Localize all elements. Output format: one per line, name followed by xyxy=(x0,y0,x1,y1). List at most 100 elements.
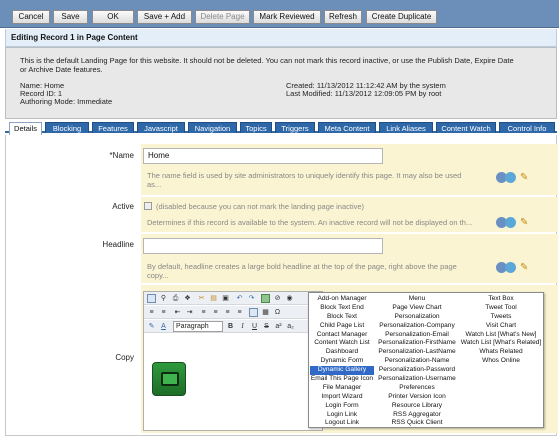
edit-style-icon[interactable]: ✎ xyxy=(147,322,156,331)
menu-item[interactable]: Whats Related xyxy=(459,348,543,357)
gallery-addon-icon[interactable] xyxy=(152,362,186,396)
menu-item[interactable]: Add-on Manager xyxy=(310,295,374,304)
menu-item[interactable]: Tweets xyxy=(459,313,543,322)
tab-topics[interactable]: Topics xyxy=(240,122,272,133)
ordered-list-icon[interactable]: ≡ xyxy=(147,308,156,317)
menu-item[interactable]: Text Box xyxy=(459,295,543,304)
name-input[interactable]: Home xyxy=(143,148,383,164)
indent-icon[interactable]: ⇥ xyxy=(185,308,194,317)
headline-input[interactable] xyxy=(143,238,383,254)
info-icon[interactable] xyxy=(505,262,516,273)
menu-item[interactable]: Menu xyxy=(376,295,458,304)
new-doc-icon[interactable] xyxy=(147,294,156,303)
align-right-icon[interactable]: ≡ xyxy=(223,308,232,317)
image-icon[interactable] xyxy=(261,294,270,303)
menu-item[interactable]: Personalization-Username xyxy=(376,375,458,384)
copy-editor[interactable]: ⚲ ⎙ ❖ ✂ ▤ ▣ ↶ ↷ ⊘ ◉ ≡ ≡ ⇤ ⇥ ≡ ≡ ≡ ≡ ▦ Ω … xyxy=(143,291,323,431)
cut-icon[interactable]: ✂ xyxy=(197,294,206,303)
menu-item[interactable]: Tweet Tool xyxy=(459,304,543,313)
tab-triggers[interactable]: Triggers xyxy=(275,122,315,133)
align-center-icon[interactable]: ≡ xyxy=(211,308,220,317)
source-icon[interactable]: ◉ xyxy=(285,294,294,303)
table-icon[interactable] xyxy=(249,308,258,317)
menu-item[interactable]: Dashboard xyxy=(310,348,374,357)
tab-blocking[interactable]: Blocking xyxy=(45,122,89,133)
menu-item[interactable]: Block Text End xyxy=(310,304,374,313)
superscript-button[interactable]: a² xyxy=(274,322,283,331)
pencil-icon[interactable]: ✎ xyxy=(520,217,528,228)
menu-item[interactable]: Login Form xyxy=(310,402,374,411)
menu-item[interactable]: Watch List [What's New] xyxy=(459,331,543,340)
align-left-icon[interactable]: ≡ xyxy=(199,308,208,317)
info-icon[interactable] xyxy=(505,217,516,228)
tab-features[interactable]: Features xyxy=(92,122,134,133)
create-duplicate-button[interactable]: Create Duplicate xyxy=(366,10,437,24)
bold-button[interactable]: B xyxy=(226,322,235,331)
menu-item[interactable]: Personalization-Email xyxy=(376,331,458,340)
menu-item[interactable]: Content Watch List xyxy=(310,339,374,348)
addon-menu-col-3: Text Box Tweet Tool Tweets Visit Chart W… xyxy=(459,295,543,366)
underline-button[interactable]: U xyxy=(250,322,259,331)
tab-javascript[interactable]: Javascript xyxy=(137,122,185,133)
tab-control-info[interactable]: Control Info xyxy=(499,122,555,133)
stop-icon[interactable]: ⊘ xyxy=(273,294,282,303)
ok-button[interactable]: OK xyxy=(92,10,134,24)
italic-button[interactable]: I xyxy=(238,322,247,331)
tab-details[interactable]: Details xyxy=(9,122,42,135)
unordered-list-icon[interactable]: ≡ xyxy=(159,308,168,317)
preview-icon[interactable]: ⚲ xyxy=(159,294,168,303)
menu-item[interactable]: Whos Online xyxy=(459,357,543,366)
menu-item[interactable]: File Manager xyxy=(310,384,374,393)
menu-item[interactable]: Personalization-Password xyxy=(376,366,458,375)
undo-icon[interactable]: ↶ xyxy=(235,294,244,303)
menu-item[interactable]: Login Link xyxy=(310,411,374,420)
special-char-icon[interactable]: Ω xyxy=(273,308,282,317)
menu-item[interactable]: Preferences xyxy=(376,384,458,393)
menu-item[interactable]: Personalization xyxy=(376,313,458,322)
strikethrough-button[interactable]: S xyxy=(262,322,271,331)
outdent-icon[interactable]: ⇤ xyxy=(173,308,182,317)
tab-content-watch[interactable]: Content Watch xyxy=(436,122,496,133)
menu-item[interactable]: Watch List [What's Related] xyxy=(459,339,543,348)
menu-item[interactable]: Import Wizard xyxy=(310,393,374,402)
menu-item[interactable]: Logout Link xyxy=(310,419,374,428)
tab-bar: Details Blocking Features Javascript Nav… xyxy=(5,122,557,135)
paste-icon[interactable]: ▤ xyxy=(209,294,218,303)
font-color-icon[interactable]: A xyxy=(159,322,168,331)
cancel-button[interactable]: Cancel xyxy=(12,10,50,24)
menu-item[interactable]: RSS Quick Client xyxy=(376,419,458,428)
menu-item[interactable]: Personalization-Name xyxy=(376,357,458,366)
menu-item[interactable]: Child Page List xyxy=(310,322,374,331)
menu-item[interactable]: Personalization-FirstName xyxy=(376,339,458,348)
menu-item[interactable]: Personalization-Company xyxy=(376,322,458,331)
tab-meta-content[interactable]: Meta Content xyxy=(318,122,376,133)
subscript-button[interactable]: a₂ xyxy=(286,322,295,331)
pencil-icon[interactable]: ✎ xyxy=(520,172,528,183)
save-button[interactable]: Save xyxy=(53,10,88,24)
paste-text-icon[interactable]: ▣ xyxy=(221,294,230,303)
save-add-button[interactable]: Save + Add xyxy=(137,10,192,24)
menu-item[interactable]: Resource Library xyxy=(376,402,458,411)
menu-item[interactable]: Block Text xyxy=(310,313,374,322)
menu-item[interactable]: Visit Chart xyxy=(459,322,543,331)
chart-icon[interactable]: ▦ xyxy=(261,308,270,317)
paragraph-format-select[interactable]: Paragraph xyxy=(173,321,223,332)
menu-item[interactable]: Page View Chart xyxy=(376,304,458,313)
print-icon[interactable]: ⎙ xyxy=(171,294,180,303)
menu-item[interactable]: Personalization-LastName xyxy=(376,348,458,357)
info-icon[interactable] xyxy=(505,172,516,183)
menu-item-selected[interactable]: Dynamic Gallery xyxy=(310,366,374,376)
find-icon[interactable]: ❖ xyxy=(183,294,192,303)
tab-navigation[interactable]: Navigation xyxy=(188,122,237,133)
redo-icon[interactable]: ↷ xyxy=(247,294,256,303)
menu-item[interactable]: Email This Page Icon xyxy=(310,375,374,384)
menu-item[interactable]: Dynamic Form xyxy=(310,357,374,366)
pencil-icon[interactable]: ✎ xyxy=(520,262,528,273)
justify-icon[interactable]: ≡ xyxy=(235,308,244,317)
mark-reviewed-button[interactable]: Mark Reviewed xyxy=(253,10,321,24)
tab-link-aliases[interactable]: Link Aliases xyxy=(379,122,433,133)
menu-item[interactable]: Contact Manager xyxy=(310,331,374,340)
menu-item[interactable]: Printer Version Icon xyxy=(376,393,458,402)
refresh-button[interactable]: Refresh xyxy=(324,10,362,24)
menu-item[interactable]: RSS Aggregator xyxy=(376,411,458,420)
